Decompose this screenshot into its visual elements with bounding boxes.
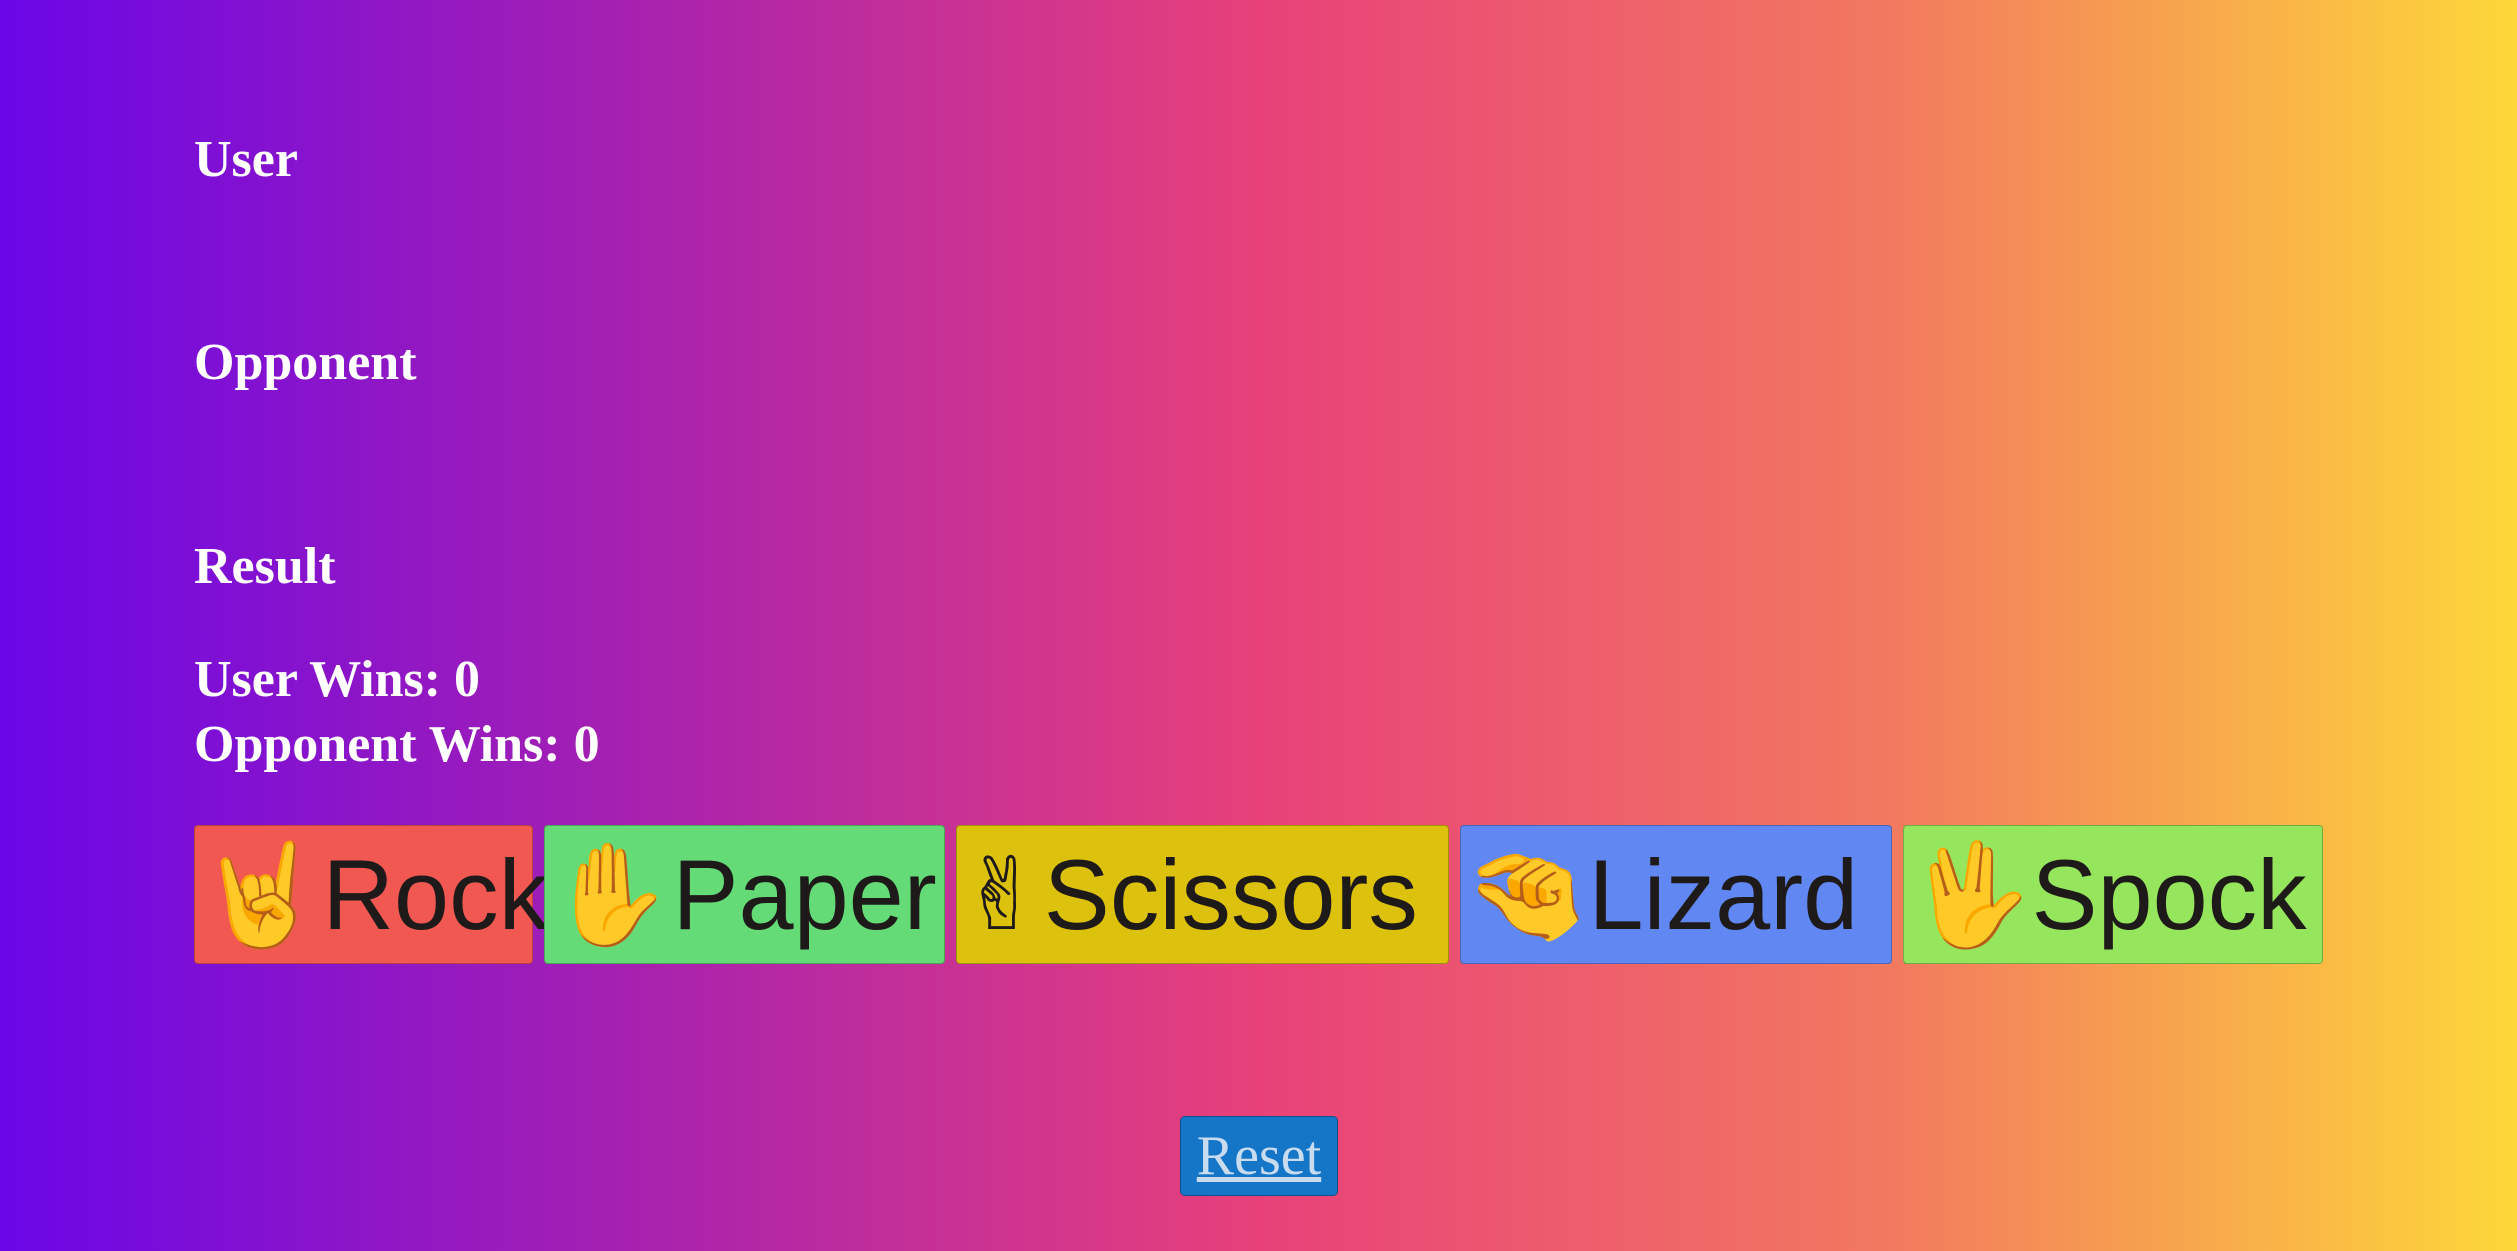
lizard-button[interactable]: 🤏 Lizard (1460, 825, 1892, 964)
user-label: User (194, 131, 298, 188)
rock-label: Rock (322, 839, 549, 950)
scissors-label: Scissors (1043, 839, 1418, 950)
vulcan-salute-icon: 🖖 (1907, 835, 2032, 953)
lizard-label: Lizard (1588, 839, 1859, 950)
reset-button[interactable]: Reset (1180, 1116, 1338, 1196)
paper-button[interactable]: ✋ Paper (544, 825, 945, 964)
raised-hand-icon: ✋ (548, 835, 673, 953)
victory-hand-icon: ✌ (960, 835, 1044, 953)
result-label: Result (194, 538, 336, 595)
opponent-wins-score: Opponent Wins: 0 (194, 716, 600, 773)
paper-label: Paper (672, 839, 937, 950)
rock-button[interactable]: 🤘 Rock (194, 825, 548, 964)
opponent-label: Opponent (194, 334, 417, 391)
user-wins-score: User Wins: 0 (194, 651, 481, 708)
spock-label: Spock (2031, 839, 2307, 950)
spock-button[interactable]: 🖖 Spock (1903, 825, 2323, 964)
pinching-hand-icon: 🤏 (1464, 835, 1589, 953)
rock-hand-icon: 🤘 (198, 835, 323, 953)
scissors-button[interactable]: ✌ Scissors (956, 825, 1449, 964)
choice-buttons: 🤘 Rock ✋ Paper ✌ Scissors 🤏 Lizard 🖖 Spock (194, 825, 2323, 964)
